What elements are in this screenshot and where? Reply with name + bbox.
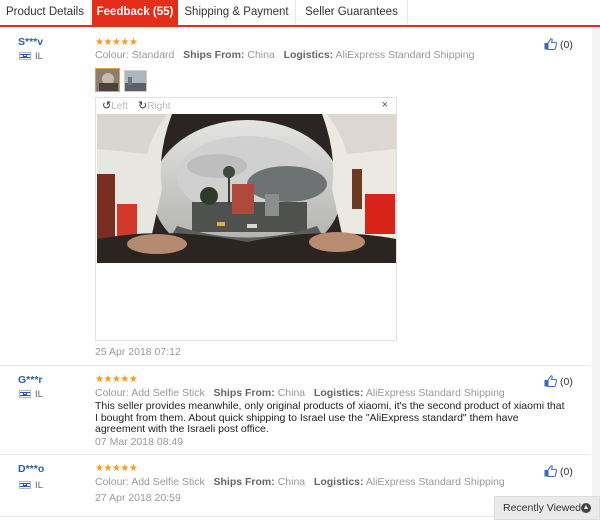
- ships-from-value: China: [247, 49, 275, 61]
- ships-from-label: Ships From:: [213, 476, 275, 488]
- review-date: 07 Mar 2018 08:49: [95, 436, 184, 448]
- logistics-value: AliExpress Standard Shipping: [365, 476, 505, 488]
- logistics-label: Logistics:: [313, 476, 364, 488]
- recently-viewed-button[interactable]: Recently Viewed: [494, 496, 600, 520]
- buyer-country: IL: [35, 389, 43, 400]
- review-date: 25 Apr 2018 07:12: [95, 346, 181, 358]
- review-photo: [97, 114, 396, 263]
- thumbs-up-icon: [544, 375, 558, 387]
- logistics-label: Logistics:: [313, 387, 364, 399]
- chevron-up-icon: [581, 503, 591, 513]
- ships-from-label: Ships From:: [183, 49, 245, 61]
- logistics-value: AliExpress Standard Shipping: [335, 49, 475, 61]
- feedback-item: S***v IL ★★★★★ Colour: Standard Ships Fr…: [0, 0, 590, 362]
- rotate-left-button[interactable]: ↺Left: [102, 99, 128, 112]
- colour-label: Colour:: [95, 476, 129, 488]
- review-divider: [0, 365, 590, 366]
- israel-flag-icon: [19, 481, 31, 489]
- colour-value: Add Selfie Stick: [131, 476, 205, 488]
- helpful-count: (0): [560, 466, 573, 478]
- logistics-value: AliExpress Standard Shipping: [365, 387, 505, 399]
- review-photo-thumbnail[interactable]: [95, 68, 120, 92]
- buyer-name[interactable]: D***o: [18, 463, 44, 475]
- review-date: 27 Apr 2018 20:59: [95, 492, 181, 504]
- viewer-toolbar: ↺Left ↻Right ×: [96, 98, 396, 113]
- colour-value: Add Selfie Stick: [131, 387, 205, 399]
- thumbs-up-icon: [544, 38, 558, 50]
- close-icon[interactable]: ×: [382, 99, 388, 111]
- ships-from-label: Ships From:: [213, 387, 275, 399]
- order-info: Colour: Add Selfie Stick Ships From: Chi…: [95, 387, 505, 399]
- star-rating: ★★★★★: [95, 463, 138, 474]
- buyer-name[interactable]: G***r: [18, 374, 43, 386]
- ships-from-value: China: [277, 476, 306, 488]
- rotate-right-label: Right: [147, 101, 171, 112]
- colour-label: Colour:: [95, 49, 129, 61]
- thumbs-up-icon: [544, 465, 558, 477]
- order-info: Colour: Standard Ships From: China Logis…: [95, 49, 474, 61]
- order-info: Colour: Add Selfie Stick Ships From: Chi…: [95, 476, 505, 488]
- rotate-right-icon: ↻: [138, 100, 148, 112]
- colour-value: Standard: [131, 49, 175, 61]
- review-photo-thumbnail[interactable]: [124, 70, 147, 92]
- colour-label: Colour:: [95, 387, 129, 399]
- recently-viewed-label: Recently Viewed: [503, 502, 582, 514]
- buyer-country: IL: [35, 51, 43, 62]
- helpful-button[interactable]: (0): [544, 375, 573, 388]
- review-divider: [0, 454, 590, 455]
- star-rating: ★★★★★: [95, 374, 138, 385]
- helpful-count: (0): [560, 39, 573, 51]
- buyer-country: IL: [35, 480, 43, 491]
- rotate-right-button[interactable]: ↻Right: [138, 99, 171, 112]
- helpful-count: (0): [560, 376, 573, 388]
- logistics-label: Logistics:: [283, 49, 334, 61]
- page-scrollbar[interactable]: [592, 27, 600, 520]
- buyer-name[interactable]: S***v: [18, 36, 43, 48]
- rotate-left-label: Left: [111, 101, 128, 112]
- photo-viewer: ↺Left ↻Right ×: [95, 97, 397, 341]
- israel-flag-icon: [19, 52, 31, 60]
- ships-from-value: China: [277, 387, 306, 399]
- israel-flag-icon: [19, 390, 31, 398]
- star-rating: ★★★★★: [95, 37, 138, 48]
- helpful-button[interactable]: (0): [544, 38, 573, 51]
- helpful-button[interactable]: (0): [544, 465, 573, 478]
- review-text: This seller provides meanwhile, only ori…: [95, 400, 565, 435]
- rotate-left-icon: ↺: [102, 100, 112, 112]
